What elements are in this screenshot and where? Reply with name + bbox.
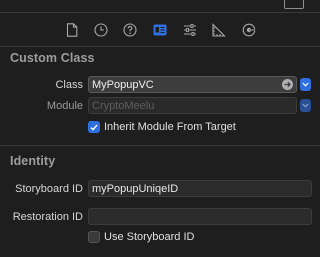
inspector-toolbar — [0, 12, 320, 48]
clock-icon[interactable] — [92, 21, 110, 39]
storyboard-id-label: Storyboard ID — [15, 183, 83, 195]
use-storyboard-id-label: Use Storyboard ID — [104, 231, 195, 243]
module-dropdown-button[interactable] — [300, 99, 311, 112]
module-placeholder: CryptoMeelu — [92, 100, 155, 112]
checkmark-icon — [90, 124, 98, 131]
inherit-module-checkbox[interactable] — [88, 121, 100, 133]
custom-class-title: Custom Class — [10, 51, 95, 65]
module-label: Module — [46, 100, 83, 112]
toolbar-divider — [0, 46, 320, 47]
document-icon[interactable] — [63, 21, 81, 39]
arrow-circle-icon[interactable] — [240, 21, 258, 39]
class-field[interactable]: MyPopupVC — [88, 76, 297, 93]
id-card-icon[interactable] — [151, 21, 169, 39]
module-field[interactable]: CryptoMeelu — [88, 97, 297, 114]
sliders-icon[interactable] — [181, 21, 199, 39]
inherit-module-label: Inherit Module From Target — [104, 121, 236, 133]
window-top-bar — [0, 0, 320, 12]
storyboard-id-value: myPopupUniqeID — [92, 183, 179, 195]
class-value: MyPopupVC — [92, 79, 154, 91]
class-label: Class — [55, 79, 83, 91]
go-to-class-icon[interactable] — [282, 79, 293, 90]
chevron-down-icon — [302, 82, 309, 87]
section-divider — [0, 145, 320, 146]
question-circle-icon[interactable] — [121, 21, 139, 39]
restoration-id-field[interactable] — [88, 208, 312, 225]
panel-toggle-button[interactable] — [284, 0, 304, 9]
identity-title: Identity — [10, 154, 56, 168]
use-storyboard-id-checkbox[interactable] — [88, 231, 100, 243]
class-dropdown-button[interactable] — [300, 78, 311, 91]
storyboard-id-field[interactable]: myPopupUniqeID — [88, 180, 312, 197]
chevron-down-icon — [302, 103, 309, 108]
ruler-icon[interactable] — [210, 21, 228, 39]
restoration-id-label: Restoration ID — [12, 211, 83, 223]
